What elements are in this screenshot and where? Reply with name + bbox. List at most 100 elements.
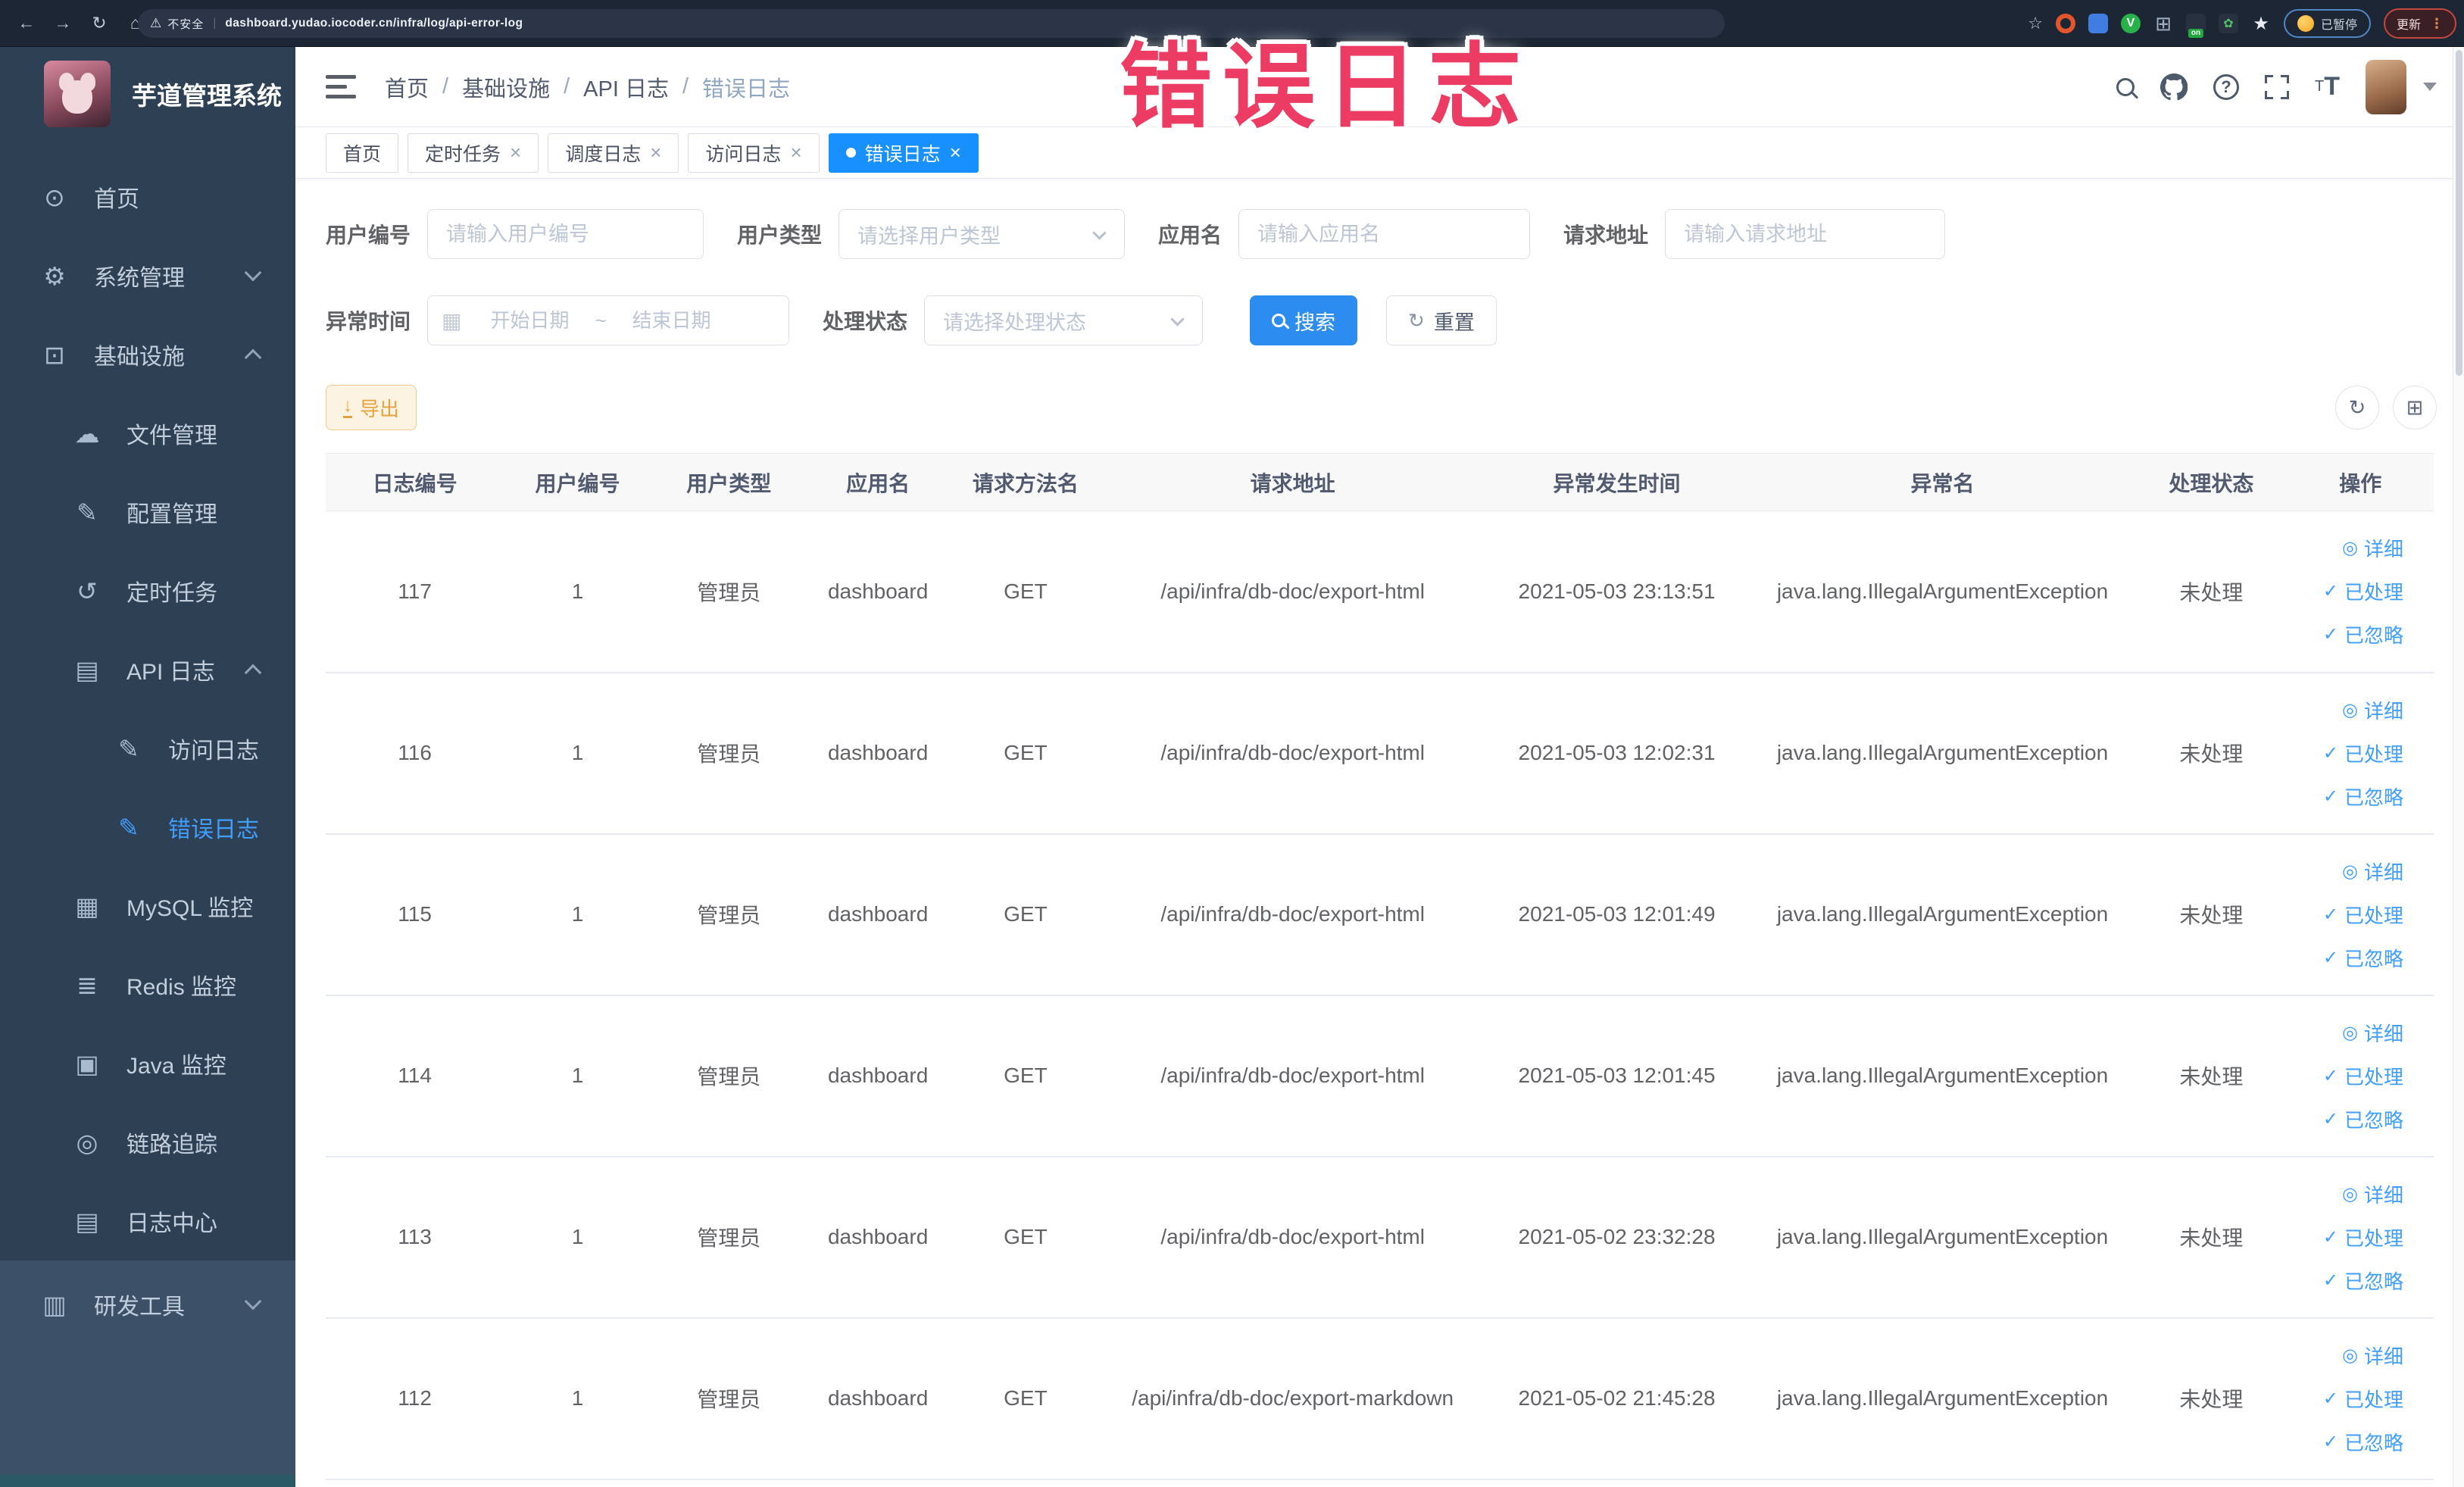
sidebar-item-label: 错误日志 (168, 817, 259, 842)
sidebar-item-scheduled-tasks[interactable]: ↺ 定时任务 (0, 551, 295, 630)
github-icon[interactable] (2160, 73, 2188, 101)
redis-monitor-icon: ≣ (77, 970, 98, 999)
extension-icon-shield[interactable] (2088, 14, 2108, 33)
page-scrollbar[interactable] (2453, 47, 2464, 1487)
sidebar-item-log-center[interactable]: ▤ 日志中心 (0, 1182, 295, 1261)
sidebar-item-file-management[interactable]: ☁ 文件管理 (0, 394, 295, 473)
sidebar-toggle-icon[interactable] (326, 75, 356, 98)
mark-ignored-link[interactable]: ✓ 已忽略 (2323, 783, 2403, 811)
cell-user-id: 1 (504, 1156, 651, 1319)
select-placeholder: 请选择处理状态 (943, 311, 1087, 334)
cell-process-status: 未处理 (2135, 833, 2288, 996)
tab-access-log[interactable]: 访问日志 × (688, 133, 820, 173)
kebab-menu-icon[interactable]: ⋮ (2430, 16, 2444, 32)
mark-processed-link[interactable]: ✓ 已处理 (2323, 1062, 2403, 1090)
tab-scheduled-tasks[interactable]: 定时任务 × (408, 133, 539, 173)
reload-icon[interactable]: ↻ (89, 13, 109, 33)
mark-processed-link[interactable]: ✓ 已处理 (2323, 739, 2403, 767)
mark-ignored-link[interactable]: ✓ 已忽略 (2323, 620, 2403, 648)
extension-icon-star[interactable]: ★ (2251, 14, 2271, 34)
sidebar-item-redis-monitor[interactable]: ≣ Redis 监控 (0, 945, 295, 1024)
fullscreen-icon[interactable] (2265, 74, 2289, 99)
sidebar-item-label: 系统管理 (94, 266, 185, 291)
row-actions: ◎ 详细 ✓ 已处理 ✓ 已忽略 (2288, 1180, 2434, 1295)
mark-processed-link[interactable]: ✓ 已处理 (2323, 1223, 2403, 1251)
detail-link[interactable]: ◎ 详细 (2342, 696, 2403, 724)
sidebar-item-mysql-monitor[interactable]: ▦ MySQL 监控 (0, 867, 295, 945)
font-size-icon[interactable]: TT (2315, 72, 2340, 102)
scrollbar-thumb[interactable] (2455, 50, 2462, 376)
mark-processed-link[interactable]: ✓ 已处理 (2323, 901, 2403, 929)
detail-link[interactable]: ◎ 详细 (2342, 858, 2403, 886)
breadcrumb-item[interactable]: API 日志 (583, 71, 669, 103)
sidebar-item-system-management[interactable]: ⚙ 系统管理 (0, 236, 295, 315)
bookmark-star-icon[interactable]: ☆ (2028, 14, 2043, 33)
detail-link[interactable]: ◎ 详细 (2342, 1019, 2403, 1047)
tab-home[interactable]: 首页 (326, 133, 399, 173)
sidebar-item-access-log[interactable]: ✎ 访问日志 (0, 709, 295, 788)
mark-processed-link[interactable]: ✓ 已处理 (2323, 1385, 2403, 1413)
sidebar-item-api-log[interactable]: ▤ API 日志 (0, 630, 295, 709)
col-exception-name: 异常名 (1749, 453, 2136, 511)
process-status-select[interactable]: 请选择处理状态 (924, 295, 1204, 345)
extension-icon-v[interactable]: V (2120, 14, 2141, 33)
sidebar-item-config-management[interactable]: ✎ 配置管理 (0, 473, 295, 551)
sidebar-item-error-log[interactable]: ✎ 错误日志 (0, 788, 295, 867)
extension-icon-grid[interactable]: ⊞ (2153, 12, 2173, 35)
extension-icon-ring[interactable] (2055, 14, 2075, 33)
mark-processed-link[interactable]: ✓ 已处理 (2323, 577, 2403, 605)
search-button[interactable]: 搜索 (1250, 295, 1358, 345)
user-type-select[interactable]: 请选择用户类型 (839, 209, 1126, 259)
sidebar-item-trace[interactable]: ◎ 链路追踪 (0, 1103, 295, 1182)
app-name-input[interactable] (1238, 209, 1531, 259)
tab-dispatch-log[interactable]: 调度日志 × (548, 133, 679, 173)
mark-ignored-link[interactable]: ✓ 已忽略 (2323, 944, 2403, 972)
sidebar-item-label: 基础设施 (94, 345, 185, 370)
sidebar-item-infrastructure[interactable]: ⊡ 基础设施 (0, 315, 295, 394)
help-icon[interactable]: ? (2213, 73, 2239, 100)
sidebar-item-dev-tools[interactable]: ▥ 研发工具 (0, 1265, 295, 1344)
emoji-face-icon (2297, 15, 2314, 32)
cell-log-id: 113 (326, 1156, 504, 1319)
mark-ignored-link[interactable]: ✓ 已忽略 (2323, 1428, 2403, 1456)
user-id-input[interactable] (427, 209, 704, 259)
sidebar-item-home[interactable]: ⊙ 首页 (0, 158, 295, 236)
user-avatar[interactable] (2366, 59, 2406, 114)
extension-paused-pill[interactable]: 已暂停 (2283, 9, 2371, 38)
end-date-input[interactable] (611, 308, 732, 333)
avatar-caret-icon[interactable] (2423, 83, 2437, 91)
refresh-table-button[interactable]: ↻ (2335, 386, 2379, 430)
browser-update-button[interactable]: 更新 ⋮ (2383, 8, 2456, 39)
upload-cloud-icon: ☁ (74, 419, 100, 448)
column-settings-button[interactable]: ⊞ (2393, 386, 2437, 430)
close-icon[interactable]: × (790, 141, 801, 164)
export-button[interactable]: ↓ 导出 (326, 385, 417, 430)
row-actions: ◎ 详细 ✓ 已处理 ✓ 已忽略 (2288, 1019, 2434, 1133)
extension-icon-switch[interactable]: on (2185, 14, 2206, 38)
close-icon[interactable]: × (510, 141, 521, 164)
table-toolbar: ↓ 导出 ↻ ⊞ (326, 385, 2464, 430)
reset-button[interactable]: ↻ 重置 (1386, 295, 1497, 345)
table-tools: ↻ ⊞ (2335, 386, 2437, 430)
detail-link[interactable]: ◎ 详细 (2342, 1342, 2403, 1370)
row-actions: ◎ 详细 ✓ 已处理 ✓ 已忽略 (2288, 1342, 2434, 1456)
date-range-picker[interactable]: ▦ ~ (427, 295, 790, 345)
close-icon[interactable]: × (950, 141, 961, 164)
forward-icon[interactable]: → (53, 13, 73, 33)
breadcrumb-item[interactable]: 基础设施 (462, 71, 550, 103)
export-button-label: 导出 (360, 397, 400, 420)
start-date-input[interactable] (469, 308, 591, 333)
detail-link[interactable]: ◎ 详细 (2342, 1180, 2403, 1208)
search-icon[interactable] (2116, 77, 2135, 96)
detail-link[interactable]: ◎ 详细 (2342, 534, 2403, 562)
browser-extensions-area: ☆ V ⊞ on ✿ ★ 已暂停 更新 ⋮ (2028, 0, 2456, 47)
breadcrumb-item[interactable]: 首页 (385, 71, 429, 103)
request-url-input[interactable] (1665, 209, 1946, 259)
back-icon[interactable]: ← (17, 13, 36, 33)
mark-ignored-link[interactable]: ✓ 已忽略 (2323, 1105, 2403, 1133)
tab-error-log[interactable]: 错误日志 × (828, 133, 979, 173)
extension-icon-leaf[interactable]: ✿ (2218, 14, 2238, 33)
mark-ignored-link[interactable]: ✓ 已忽略 (2323, 1267, 2403, 1295)
sidebar-item-java-monitor[interactable]: ▣ Java 监控 (0, 1024, 295, 1103)
close-icon[interactable]: × (650, 141, 661, 164)
